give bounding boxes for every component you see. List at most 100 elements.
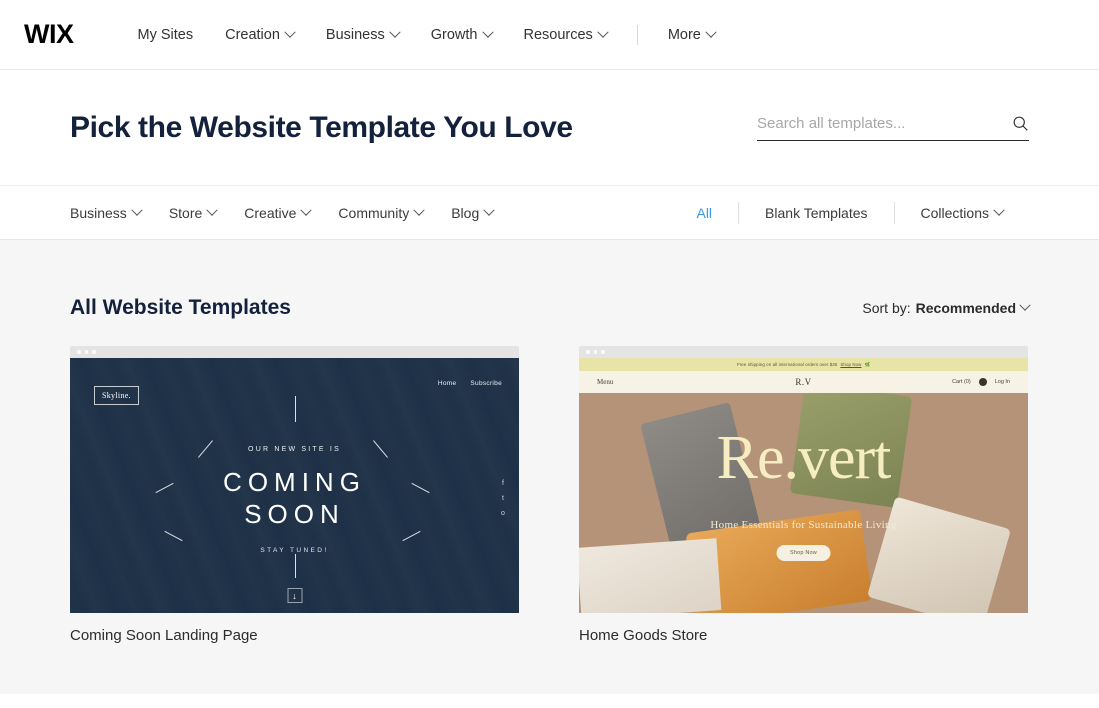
browser-chrome-bar <box>70 346 519 358</box>
browser-dot <box>593 350 597 354</box>
nav-divider <box>636 24 638 45</box>
chevron-down-icon <box>300 204 313 216</box>
page-title: Pick the Website Template You Love <box>70 110 573 144</box>
preview-cart-label: Cart (0) <box>952 379 971 385</box>
preview-brand-logo: R.V <box>795 377 812 387</box>
chevron-down-icon <box>206 204 218 216</box>
chevron-down-icon <box>284 26 296 38</box>
category-blog[interactable]: Blog <box>451 199 507 227</box>
filter-collections[interactable]: Collections <box>895 204 1029 221</box>
filter-blank-templates[interactable]: Blank Templates <box>739 205 893 221</box>
search-box[interactable] <box>757 114 1029 141</box>
preview-promo-banner: Free shipping on all international order… <box>579 358 1028 371</box>
promo-banner-link: Shop Now <box>840 362 862 367</box>
template-preview-image[interactable]: Free shipping on all international order… <box>579 358 1028 613</box>
top-navigation-bar: WIX My Sites Creation Business Growth Re… <box>0 0 1099 70</box>
nav-item-business[interactable]: Business <box>310 19 415 51</box>
nav-item-label: More <box>667 26 701 43</box>
nav-item-label: My Sites <box>137 26 194 43</box>
surface-plane <box>579 538 722 613</box>
browser-dot <box>601 350 605 354</box>
filter-label: Collections <box>920 204 989 221</box>
preview-title-line2: SOON <box>244 498 345 529</box>
nav-item-label: Growth <box>430 26 478 43</box>
chevron-down-icon <box>705 26 717 38</box>
scroll-down-arrow-icon: ↓ <box>287 588 302 603</box>
templates-gallery: All Website Templates Sort by: Recommend… <box>0 240 1099 694</box>
preview-title: Re.vert <box>716 424 892 492</box>
sort-by-label: Sort by: <box>862 300 911 316</box>
search-input[interactable] <box>757 114 1012 132</box>
chevron-down-icon <box>389 26 401 38</box>
account-icon <box>978 378 987 386</box>
nav-item-more[interactable]: More <box>652 19 731 51</box>
preview-shop-now-button[interactable]: Shop Now <box>776 545 831 561</box>
preview-title-line1: COMING <box>223 467 366 497</box>
preview-nav: Home Subscribe <box>438 380 502 387</box>
chevron-down-icon <box>131 204 143 216</box>
category-creative[interactable]: Creative <box>244 199 324 227</box>
preview-login-label: Log In <box>994 379 1010 385</box>
category-label: Blog <box>451 204 480 221</box>
browser-dot <box>77 350 81 354</box>
chevron-down-icon <box>1019 299 1031 311</box>
browser-dot <box>84 350 88 354</box>
template-card-home-goods[interactable]: Free shipping on all international order… <box>579 346 1028 644</box>
template-card-coming-soon[interactable]: Skyline. Home Subscribe OUR NEW SITE IS … <box>70 346 519 644</box>
wix-logo[interactable]: WIX <box>24 19 74 50</box>
top-nav-items: My Sites Creation Business Growth Resour… <box>122 19 731 51</box>
twitter-icon: t <box>502 495 504 502</box>
chevron-down-icon <box>481 26 494 38</box>
category-list: Business Store Creative Community Blog <box>70 199 521 227</box>
promo-banner-text: Free shipping on all international order… <box>736 362 838 367</box>
category-community[interactable]: Community <box>338 199 437 227</box>
nav-item-label: Business <box>325 26 385 43</box>
preview-social-icons: f t o <box>499 480 507 518</box>
filter-list: All Blank Templates Collections <box>670 201 1029 224</box>
browser-dot <box>92 350 96 354</box>
template-caption: Coming Soon Landing Page <box>70 627 258 644</box>
preview-nav-home: Home <box>437 380 457 387</box>
facebook-icon: f <box>502 480 504 487</box>
preview-subtitle: Home Essentials for Sustainable Living <box>710 519 897 531</box>
soap-bar-cream <box>866 496 1012 613</box>
sort-by-value: Recommended <box>915 300 1016 316</box>
nav-item-label: Creation <box>225 26 280 43</box>
sort-by-control[interactable]: Sort by: Recommended <box>862 299 1031 316</box>
preview-hero-photo: Re.vert Home Essentials for Sustainable … <box>579 393 1028 613</box>
nav-item-resources[interactable]: Resources <box>508 19 623 51</box>
chevron-down-icon <box>597 26 609 38</box>
preview-store-nav: Menu R.V Cart (0) Log In <box>579 371 1028 393</box>
preview-logo: Skyline. <box>94 386 139 405</box>
gallery-header: All Website Templates Sort by: Recommend… <box>70 240 1031 346</box>
filter-all[interactable]: All <box>670 205 738 221</box>
preview-menu-label: Menu <box>597 378 614 386</box>
category-label: Business <box>70 204 127 221</box>
chevron-down-icon <box>993 204 1005 216</box>
nav-item-label: Resources <box>523 26 593 43</box>
filter-label: Blank Templates <box>765 204 868 221</box>
nav-item-creation[interactable]: Creation <box>209 19 310 51</box>
template-caption: Home Goods Store <box>579 627 708 644</box>
leaf-icon: 🌿 <box>864 361 871 367</box>
browser-chrome-bar <box>579 346 1028 358</box>
browser-dot <box>586 350 590 354</box>
category-business[interactable]: Business <box>70 199 155 227</box>
filter-label: All <box>696 204 713 221</box>
category-label: Community <box>338 204 410 221</box>
preview-nav-subscribe: Subscribe <box>470 380 502 387</box>
category-store[interactable]: Store <box>169 199 230 227</box>
search-icon[interactable] <box>1012 115 1029 132</box>
category-label: Creative <box>244 204 297 221</box>
category-filter-bar: Business Store Creative Community Blog A… <box>0 186 1099 240</box>
chevron-down-icon <box>413 204 425 216</box>
nav-item-my-sites[interactable]: My Sites <box>122 19 210 51</box>
preview-hero-text: OUR NEW SITE IS COMING SOON STAY TUNED! <box>70 446 519 554</box>
chevron-down-icon <box>483 204 495 216</box>
preview-pretitle: OUR NEW SITE IS <box>248 446 341 453</box>
template-preview-image[interactable]: Skyline. Home Subscribe OUR NEW SITE IS … <box>70 358 519 613</box>
nav-item-growth[interactable]: Growth <box>415 19 508 51</box>
page-header: Pick the Website Template You Love <box>0 70 1099 186</box>
preview-nav-right: Cart (0) Log In <box>952 378 1010 386</box>
section-title: All Website Templates <box>70 296 291 319</box>
